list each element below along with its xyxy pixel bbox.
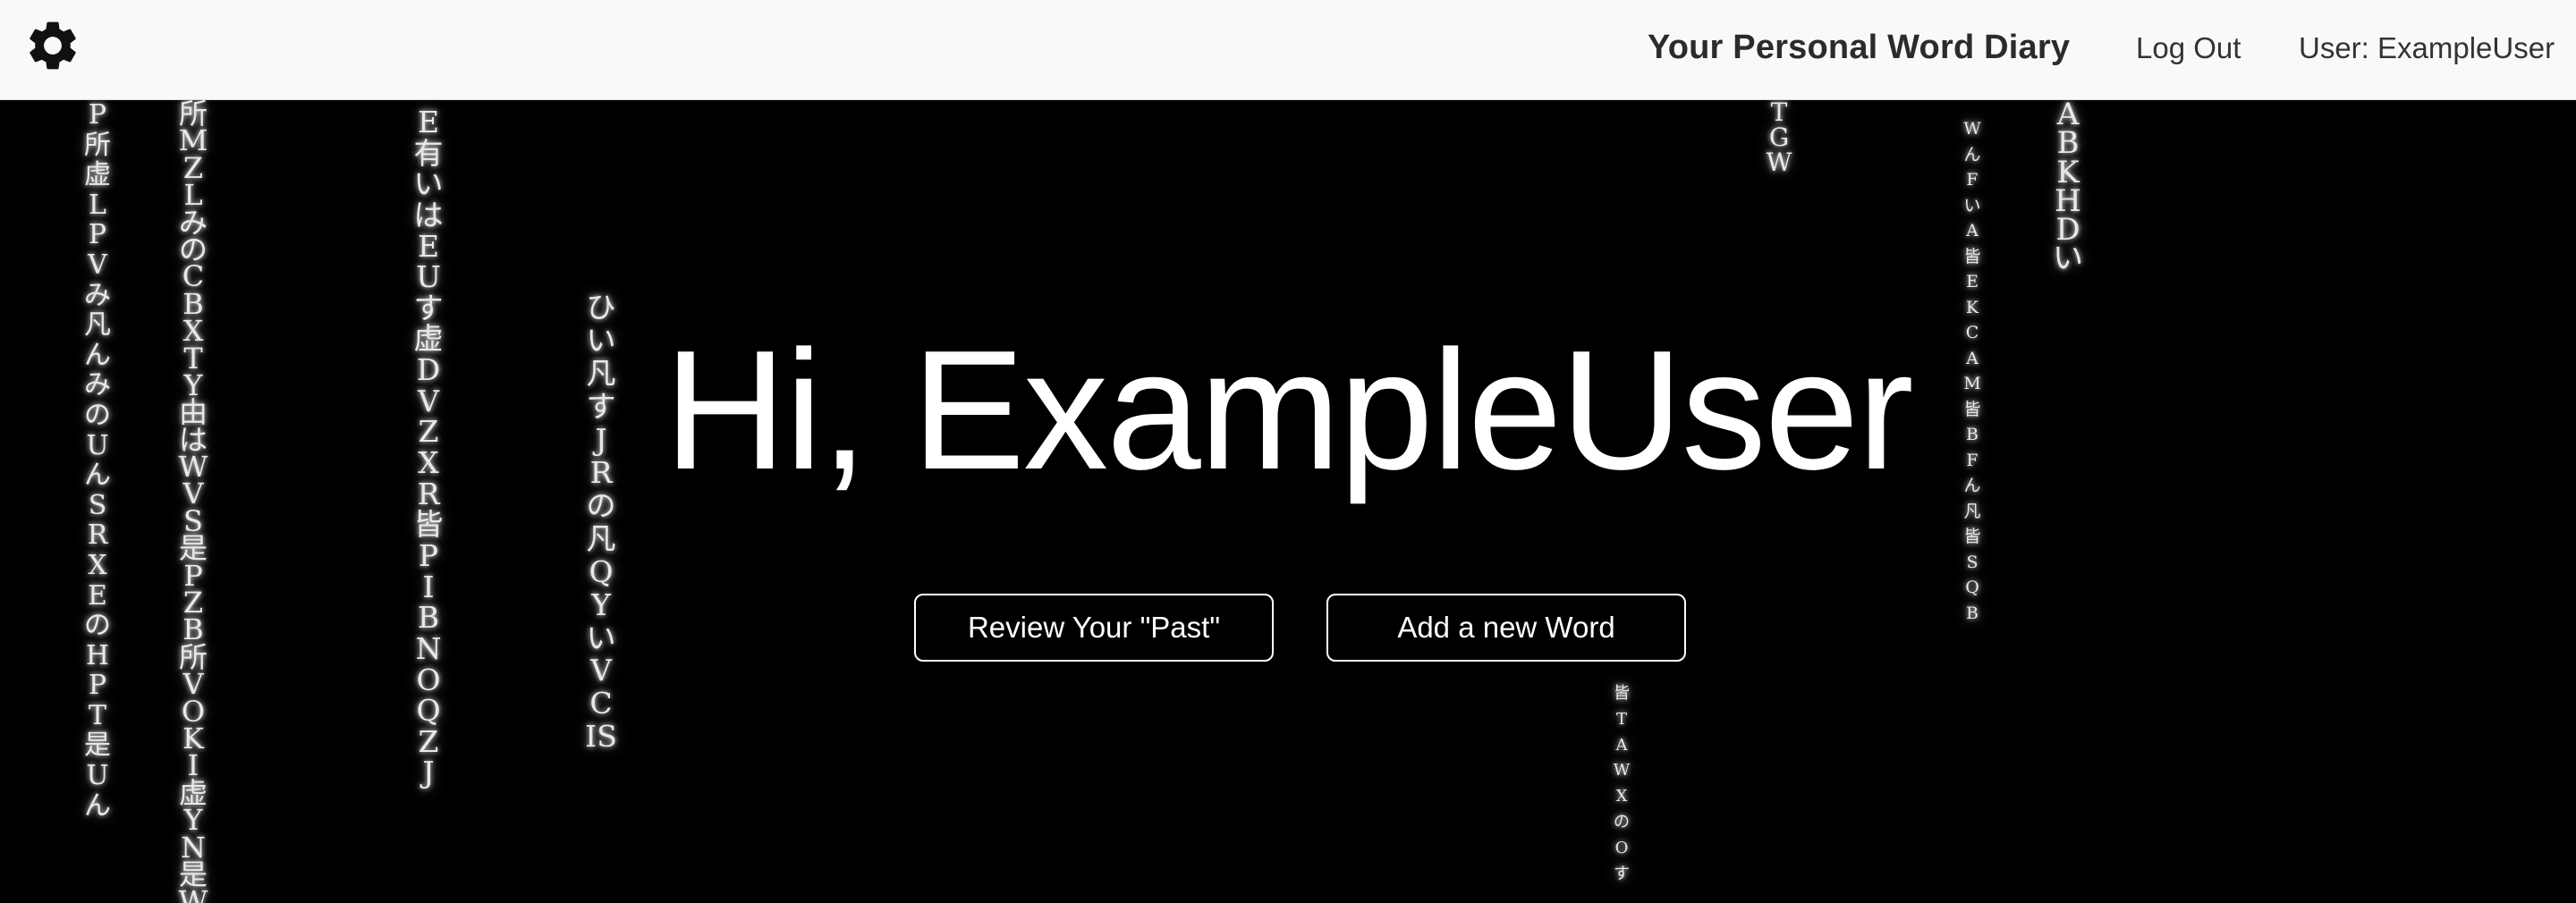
- add-word-button[interactable]: Add a new Word: [1326, 594, 1686, 662]
- gear-icon[interactable]: [23, 16, 82, 75]
- rain-column: ABKHDい: [2053, 100, 2083, 277]
- user-label: User: ExampleUser: [2299, 31, 2555, 64]
- greeting-heading: Hi, ExampleUser: [664, 316, 1913, 505]
- rain-column: 皆TA WXのO す: [1613, 684, 1631, 883]
- top-navbar: Your Personal Word Diary Log Out User: E…: [0, 0, 2576, 100]
- rain-column: TGW: [1766, 100, 1792, 177]
- review-past-button[interactable]: Review Your "Past": [914, 594, 1274, 662]
- logout-link[interactable]: Log Out: [2136, 31, 2241, 65]
- brand-title[interactable]: Your Personal Word Diary: [1648, 29, 2070, 67]
